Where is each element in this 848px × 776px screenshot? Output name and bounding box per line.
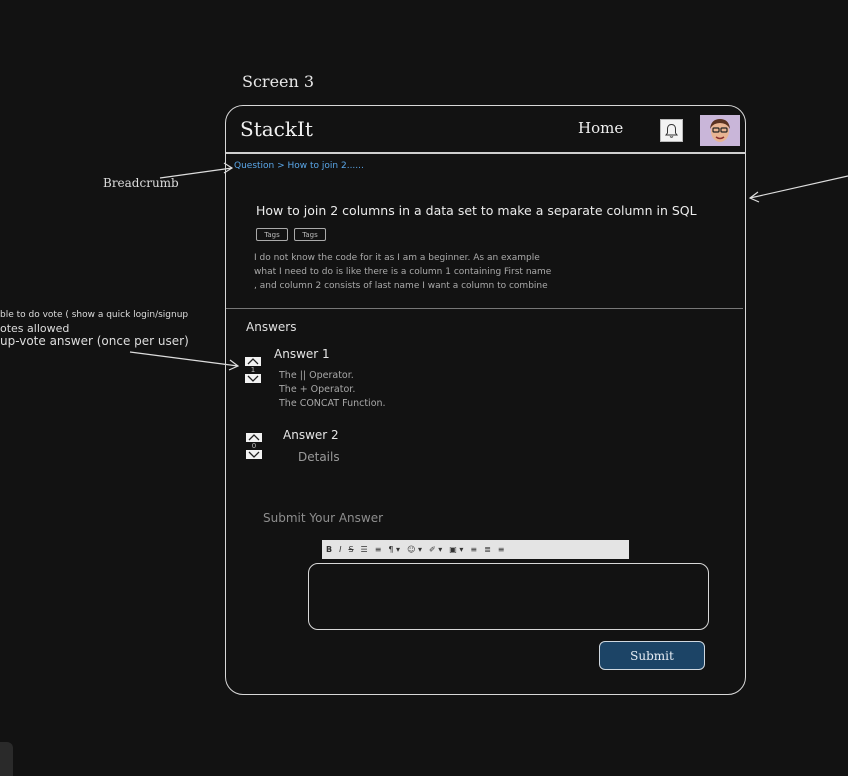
question-body-line: , and column 2 consists of last name I w… [254,281,548,291]
chevron-down-icon [247,375,259,382]
image-dropdown[interactable]: ▣ ▾ [449,545,463,554]
answer-1-votes: 1 [245,357,261,383]
avatar[interactable] [700,115,740,146]
emoji-dropdown[interactable]: ☺ ▾ [407,545,422,554]
link-dropdown[interactable]: ✐ ▾ [429,545,442,554]
align-center-button[interactable]: ≣ [484,545,491,554]
question-tag[interactable]: Tags [294,228,326,241]
vote-count: 0 [251,442,257,450]
answer-title: Answer 2 [283,428,339,442]
answer-editor[interactable] [308,563,709,630]
upvote-button[interactable] [246,433,262,442]
screen-label: Screen 3 [242,72,315,91]
submit-button[interactable]: Submit [599,641,705,670]
answer-line: The CONCAT Function. [279,398,386,409]
question-body-line: I do not know the code for it as I am a … [254,253,540,263]
upvote-button[interactable] [245,357,261,366]
vote-annotation-line: ble to do vote ( show a quick login/sign… [0,310,189,320]
downvote-button[interactable] [246,450,262,459]
align-left-button[interactable]: ≡ [470,545,477,554]
answer-line: The + Operator. [279,384,356,395]
strikethrough-button[interactable]: S [348,545,353,554]
align-right-button[interactable]: ≡ [498,545,505,554]
nav-home-link[interactable]: Home [578,119,623,137]
submit-answer-heading: Submit Your Answer [263,511,384,525]
answer-line: Details [298,450,340,464]
answer-line: The || Operator. [279,370,354,381]
chevron-up-icon [247,358,259,365]
vote-annotation: ble to do vote ( show a quick login/sign… [0,309,230,348]
ordered-list-button[interactable]: ☰ [361,545,368,554]
italic-button[interactable]: I [339,545,341,554]
bold-button[interactable]: B [326,545,332,554]
downvote-button[interactable] [245,374,261,383]
vote-count: 1 [250,366,256,374]
vote-annotation-line: up-vote answer (once per user) [0,334,189,348]
answer-2-votes: 0 [246,433,262,459]
bullet-list-button[interactable]: ≡ [375,545,382,554]
header-divider [226,152,746,154]
answers-heading: Answers [246,320,297,334]
breadcrumb-annotation: Breadcrumb [103,176,179,190]
editor-toolbar: B I S ☰ ≡ ¶ ▾ ☺ ▾ ✐ ▾ ▣ ▾ ≡ ≣ ≡ [322,540,629,559]
breadcrumb[interactable]: Question > How to join 2...... [234,161,364,171]
answer-body: Details [298,450,340,464]
answer-title: Answer 1 [274,347,330,361]
chevron-up-icon [248,434,260,441]
question-body-line: what I need to do is like there is a col… [254,267,552,277]
brand-logo[interactable]: StackIt [240,117,313,141]
question-body: I do not know the code for it as I am a … [254,251,654,293]
chevron-down-icon [248,451,260,458]
question-tag[interactable]: Tags [256,228,288,241]
answer-body: The || Operator. The + Operator. The CON… [279,369,386,411]
corner-widget [0,742,13,776]
section-divider [226,308,743,309]
avatar-face-icon [710,118,730,142]
bell-icon[interactable] [660,119,683,142]
paragraph-dropdown[interactable]: ¶ ▾ [388,545,400,554]
question-title: How to join 2 columns in a data set to m… [256,203,697,218]
